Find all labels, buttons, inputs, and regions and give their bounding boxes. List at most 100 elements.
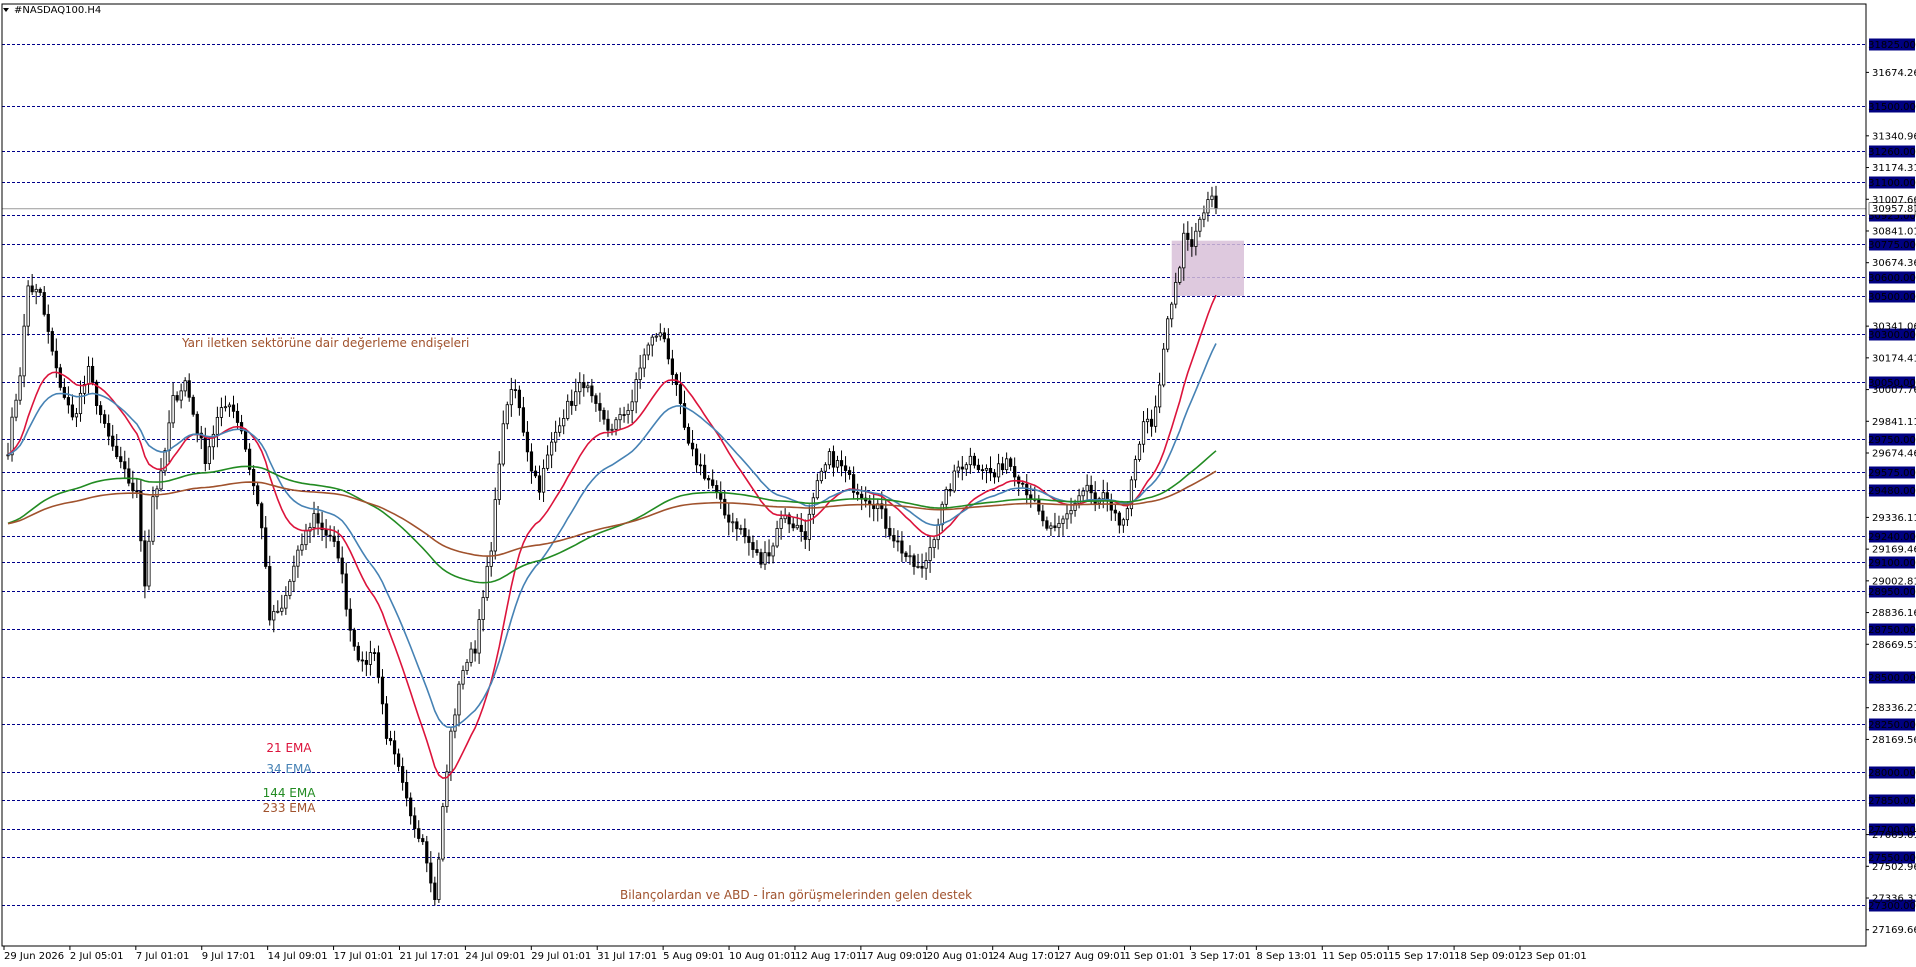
candle-body — [614, 419, 618, 430]
level-label: 31100.00 — [1868, 178, 1916, 189]
candle-body — [690, 442, 695, 450]
candle-body — [260, 503, 264, 529]
time-tick-label: 20 Aug 01:01 — [927, 951, 994, 962]
candle-body — [775, 528, 779, 547]
level-label: 31500.00 — [1868, 102, 1916, 113]
candle-body — [896, 540, 900, 543]
candle-body — [135, 490, 139, 493]
legend-ema-233: 233 EMA — [263, 801, 317, 815]
candle-body — [1009, 458, 1013, 467]
candle-body — [743, 528, 747, 538]
candle-body — [26, 285, 30, 327]
candle-body — [469, 648, 473, 663]
candle-body — [650, 336, 654, 346]
candle-body — [1137, 443, 1142, 460]
candle-body — [215, 417, 219, 435]
level-label: 29100.00 — [1868, 558, 1916, 569]
candle-body — [312, 513, 316, 528]
candle-body — [759, 552, 763, 565]
price-tick-label: 31674.26 — [1872, 68, 1916, 79]
candle-body — [10, 416, 14, 456]
candle-body — [1194, 230, 1198, 247]
price-chart[interactable]: 31825.0031500.0031260.0031100.0030925.00… — [0, 0, 1916, 963]
candle-body — [622, 414, 626, 416]
candle-body — [1025, 483, 1029, 496]
candle-body — [207, 446, 211, 464]
candle-body — [348, 608, 352, 631]
candle-body — [835, 460, 840, 468]
candle-body — [996, 463, 1001, 478]
candle-body — [654, 335, 658, 338]
candle-body — [602, 409, 606, 420]
candle-body — [453, 714, 457, 732]
candle-body — [562, 418, 566, 427]
price-tick-label: 30007.76 — [1872, 385, 1916, 396]
candle-body — [960, 466, 964, 470]
time-tick-label: 10 Aug 01:01 — [729, 951, 796, 962]
chart-window[interactable]: 31825.00 31500.00 31260.00 31100.00 30925.00… — [0, 0, 1916, 963]
time-tick-label: 24 Aug 17:01 — [993, 951, 1060, 962]
candle-body — [594, 395, 598, 404]
candle-body — [384, 703, 389, 739]
candle-body — [984, 467, 989, 471]
candle-body — [525, 431, 530, 453]
candle-body — [912, 555, 916, 567]
time-tick-label: 18 Sep 09:01 — [1454, 951, 1521, 962]
candle-body — [610, 428, 614, 431]
candle-body — [884, 508, 888, 529]
candle-body — [1198, 218, 1202, 232]
candle-body — [356, 645, 360, 661]
candle-body — [678, 384, 683, 404]
candle-body — [203, 437, 207, 464]
candle-body — [554, 431, 558, 443]
level-label: 29480.00 — [1868, 486, 1916, 497]
candle-body — [642, 354, 646, 369]
candle-body — [457, 683, 461, 716]
candle-body — [735, 521, 739, 530]
candle-body — [1190, 239, 1194, 247]
candle-body — [1174, 281, 1178, 305]
price-tick-label: 28836.16 — [1872, 608, 1916, 619]
candle-body — [38, 288, 42, 293]
candle-body — [401, 766, 405, 783]
price-tick-label: 28169.56 — [1872, 735, 1916, 746]
candle-body — [1202, 212, 1206, 220]
candle-body — [235, 410, 240, 423]
time-tick-label: 8 Sep 13:01 — [1256, 951, 1316, 962]
candle-body — [54, 350, 58, 369]
candle-body — [437, 858, 441, 900]
candle-body — [1186, 232, 1190, 240]
candle-body — [670, 358, 675, 375]
price-tick-label: 31340.96 — [1872, 131, 1916, 142]
candle-body — [715, 485, 719, 493]
candle-body — [143, 540, 147, 587]
candle-body — [739, 528, 743, 530]
candle-body — [505, 404, 509, 425]
candle-body — [517, 389, 521, 409]
candle-body — [159, 470, 163, 490]
candle-body — [807, 513, 811, 540]
candle-body — [694, 448, 699, 466]
candle-body — [888, 527, 892, 536]
candle-body — [707, 477, 711, 481]
price-tick-label: 31174.31 — [1872, 163, 1916, 174]
candle-body — [1121, 519, 1125, 526]
candle-body — [582, 382, 586, 389]
candle-body — [1141, 421, 1146, 445]
candle-body — [723, 498, 727, 516]
time-tick-label: 29 Jul 01:01 — [531, 951, 591, 962]
candle-body — [489, 550, 493, 567]
candle-body — [268, 566, 272, 621]
candle-body — [980, 469, 985, 472]
candle-body — [364, 660, 368, 665]
candle-body — [22, 325, 26, 377]
candle-body — [541, 467, 546, 493]
candle-body — [686, 426, 691, 444]
candle-body — [421, 838, 425, 843]
candle-body — [513, 389, 517, 391]
candle-body — [147, 540, 151, 587]
legend-ema-21: 21 EMA — [266, 741, 312, 755]
candle-body — [545, 454, 550, 469]
candle-body — [481, 597, 485, 620]
candle-body — [843, 465, 848, 471]
